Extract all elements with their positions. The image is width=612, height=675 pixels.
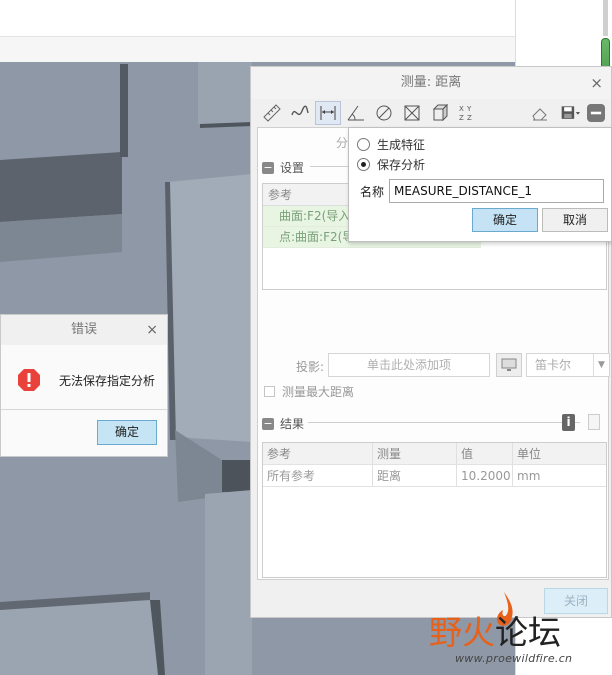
- close-icon[interactable]: ×: [590, 67, 603, 99]
- projection-collector[interactable]: 单击此处添加项: [328, 353, 490, 377]
- results-section-header[interactable]: − 结果: [262, 415, 304, 432]
- settings-section-title: 设置: [280, 161, 305, 175]
- results-table-header: 参考 测量 值 单位: [263, 443, 606, 465]
- result-measure-cell: 距离: [373, 465, 457, 486]
- settings-divider: [310, 166, 350, 167]
- watermark-part2: 论坛: [495, 613, 561, 652]
- watermark-text: 野火论坛: [429, 606, 561, 654]
- area-tool-button[interactable]: [399, 101, 425, 125]
- results-section-title: 结果: [280, 417, 305, 431]
- save-icon: [561, 106, 580, 119]
- watermark-part1: 野火: [429, 613, 495, 652]
- eraser-icon: [532, 108, 547, 121]
- transform-tool-button[interactable]: XYZZ: [455, 101, 481, 125]
- xyz-icon: X YZ Z: [459, 105, 472, 122]
- error-icon: [18, 369, 40, 391]
- column-header: 单位: [517, 447, 542, 461]
- coordinate-system-value: 笛卡尔: [535, 358, 572, 372]
- close-icon[interactable]: ×: [146, 315, 158, 345]
- results-table[interactable]: 参考 测量 值 单位 所有参考 距离 10.2000 mm: [262, 442, 607, 578]
- angle-tool-button[interactable]: [343, 101, 369, 125]
- eraser-button[interactable]: [527, 101, 553, 125]
- measure-max-distance-checkbox[interactable]: [264, 386, 275, 397]
- curve-length-tool-button[interactable]: [287, 101, 313, 125]
- volume-icon: [432, 103, 449, 122]
- distance-tool-button[interactable]: [315, 101, 341, 125]
- graphics-top-stripe: [0, 36, 515, 62]
- measure-toolbar: XYZZ: [259, 99, 607, 127]
- generate-feature-radio[interactable]: [357, 138, 370, 151]
- monitor-icon: [501, 358, 517, 371]
- collapse-icon[interactable]: −: [262, 417, 274, 430]
- measure-titlebar[interactable]: 测量: 距离 ×: [251, 67, 611, 99]
- results-divider: [308, 422, 580, 423]
- save-analysis-option[interactable]: 保存分析: [357, 156, 425, 173]
- length-tool-button[interactable]: [259, 101, 285, 125]
- cancel-button[interactable]: 取消: [542, 208, 608, 232]
- measure-title: 测量: 距离: [400, 75, 462, 90]
- graphics-top-area: [0, 0, 515, 62]
- column-header: 测量: [373, 443, 457, 464]
- svg-text:Z: Z: [467, 114, 472, 122]
- svg-text:Y: Y: [466, 105, 472, 113]
- column-header: 值: [457, 443, 513, 464]
- coordinate-system-select[interactable]: 笛卡尔 ▼: [526, 353, 610, 377]
- diameter-tool-button[interactable]: [371, 101, 397, 125]
- save-analysis-radio[interactable]: [357, 158, 370, 171]
- minus-icon: [587, 104, 605, 122]
- watermark-url: www.proewildfire.cn: [455, 652, 573, 665]
- svg-text:Z: Z: [459, 114, 464, 122]
- error-message: 无法保存指定分析: [59, 373, 156, 388]
- collapse-button[interactable]: [587, 101, 605, 125]
- distance-icon: [320, 106, 336, 120]
- curve-icon: [291, 105, 309, 116]
- svg-text:X: X: [459, 105, 464, 113]
- projection-label: 投影:: [296, 360, 325, 374]
- result-value-cell: 10.2000: [457, 465, 513, 486]
- collapse-icon[interactable]: −: [262, 161, 274, 174]
- ok-button[interactable]: 确定: [472, 208, 538, 232]
- error-ok-button[interactable]: 确定: [97, 420, 157, 445]
- forum-watermark: 野火论坛 www.proewildfire.cn: [425, 590, 612, 675]
- error-titlebar[interactable]: 错误 ×: [1, 315, 167, 345]
- save-dropdown-button[interactable]: [555, 101, 585, 125]
- ruler-icon: [263, 104, 281, 122]
- projection-view-button[interactable]: [496, 353, 522, 377]
- name-label: 名称: [360, 185, 385, 199]
- angle-icon: [347, 105, 364, 121]
- section-tab-label: 分: [336, 136, 349, 150]
- result-unit-cell: mm: [517, 469, 541, 483]
- result-ref-cell: 所有参考: [263, 465, 373, 486]
- save-analysis-popup: 生成特征 保存分析 名称 MEASURE_DISTANCE_1 确定 取消: [348, 127, 612, 242]
- analysis-name-input[interactable]: MEASURE_DISTANCE_1: [389, 179, 604, 203]
- spreadsheet-icon[interactable]: [588, 414, 600, 430]
- measure-max-distance-row[interactable]: 测量最大距离: [264, 383, 354, 400]
- save-analysis-label: 保存分析: [377, 158, 426, 172]
- measure-max-distance-label: 测量最大距离: [282, 385, 355, 399]
- error-message-row: 无法保存指定分析: [17, 368, 155, 392]
- error-dialog: 错误 × 无法保存指定分析 确定: [0, 314, 168, 457]
- table-row[interactable]: 所有参考 距离 10.2000 mm: [263, 465, 606, 487]
- error-divider: [1, 409, 167, 410]
- info-icon[interactable]: i: [562, 414, 575, 431]
- scrollbar-track[interactable]: [603, 0, 608, 36]
- volume-tool-button[interactable]: [427, 101, 453, 125]
- error-title: 错误: [70, 322, 97, 337]
- area-icon: [404, 105, 420, 121]
- generate-feature-option[interactable]: 生成特征: [357, 136, 425, 153]
- column-header: 参考: [263, 443, 373, 464]
- chevron-down-icon[interactable]: ▼: [593, 354, 609, 376]
- diameter-icon: [376, 105, 392, 121]
- generate-feature-label: 生成特征: [377, 138, 426, 152]
- settings-section-header[interactable]: − 设置: [262, 159, 304, 176]
